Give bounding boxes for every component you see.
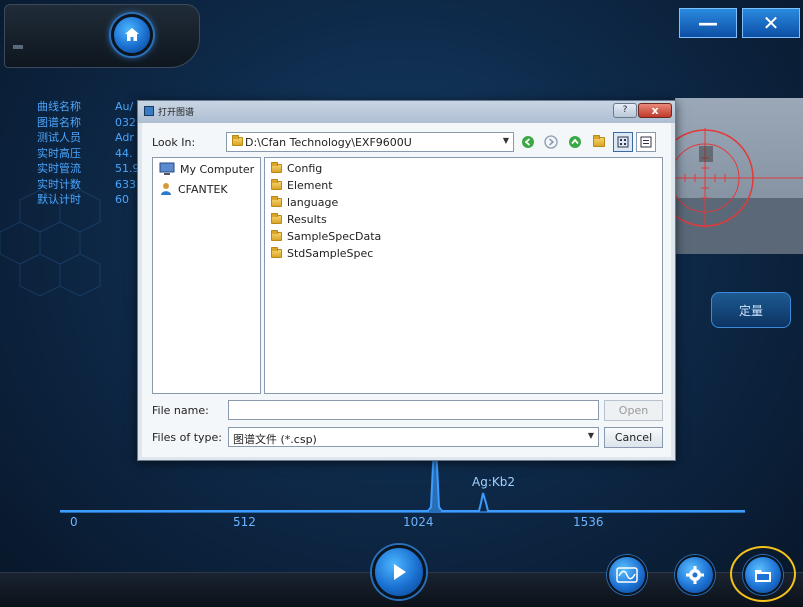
quantify-button[interactable]: 定量 bbox=[711, 292, 791, 328]
file-list: Config Element language Results SampleSp… bbox=[264, 157, 663, 394]
info-label-timer: 默认计时 bbox=[37, 193, 81, 206]
play-icon bbox=[394, 564, 406, 580]
dialog-title: 打开图谱 bbox=[158, 108, 195, 118]
folder-icon bbox=[271, 196, 282, 207]
axis-tick-1536: 1536 bbox=[573, 515, 604, 529]
gear-icon bbox=[686, 566, 704, 584]
file-name: language bbox=[287, 196, 339, 209]
list-view-icon bbox=[617, 136, 629, 148]
info-labels: 曲线名称 图谱名称 测试人员 实时高压 实时管流 实时计数 默认计时 bbox=[37, 99, 81, 208]
folder-icon bbox=[271, 179, 282, 190]
axis-tick-1024: 1024 bbox=[403, 515, 434, 529]
info-label-current: 实时管流 bbox=[37, 162, 81, 175]
axis-tick-512: 512 bbox=[233, 515, 256, 529]
camera-preview bbox=[675, 98, 803, 254]
new-folder-icon bbox=[593, 135, 605, 147]
forward-arrow-icon bbox=[544, 135, 558, 149]
file-name: StdSampleSpec bbox=[287, 247, 374, 260]
info-value-curve-name: Au/ bbox=[115, 100, 134, 113]
settings-button[interactable] bbox=[675, 555, 715, 595]
folder-icon bbox=[271, 213, 282, 224]
minimize-icon: — bbox=[698, 11, 718, 35]
play-button[interactable] bbox=[372, 545, 426, 599]
hex-pattern bbox=[0, 190, 101, 297]
up-arrow-icon bbox=[569, 136, 581, 148]
list-item[interactable]: SampleSpecData bbox=[271, 228, 381, 245]
close-button[interactable]: ✕ bbox=[742, 8, 800, 38]
app-icon bbox=[144, 106, 154, 116]
files-of-type-select[interactable]: 图谱文件 (*.csp) ▼ bbox=[228, 427, 599, 447]
list-item[interactable]: Results bbox=[271, 211, 327, 228]
place-label: My Computer bbox=[180, 162, 255, 176]
close-icon: ✕ bbox=[762, 11, 780, 35]
info-values: Au/ 032 Adr 44. 51.9 633 60 bbox=[115, 99, 140, 208]
computer-icon bbox=[159, 162, 175, 175]
info-label-curve-name: 曲线名称 bbox=[37, 100, 81, 113]
folder-icon bbox=[271, 162, 282, 173]
cancel-button[interactable]: Cancel bbox=[604, 427, 663, 448]
axis-tick-0: 0 bbox=[70, 515, 78, 529]
open-spectrum-dialog: 打开图谱 ? x Look In: D:\Cfan Technology\EXF… bbox=[137, 100, 676, 461]
look-in-label: Look In: bbox=[152, 136, 196, 149]
folder-icon bbox=[271, 247, 282, 258]
list-item[interactable]: StdSampleSpec bbox=[271, 245, 373, 262]
forward-button[interactable] bbox=[543, 134, 559, 150]
place-my-computer[interactable]: My Computer bbox=[159, 162, 254, 176]
dialog-titlebar[interactable]: 打开图谱 ? x bbox=[138, 101, 675, 123]
info-label-spectrum-name: 图谱名称 bbox=[37, 115, 81, 129]
list-item[interactable]: Element bbox=[271, 177, 333, 194]
file-name: Results bbox=[287, 213, 327, 226]
files-of-type-label: Files of type: bbox=[152, 431, 223, 444]
list-item[interactable]: Config bbox=[271, 160, 322, 177]
file-name: Config bbox=[287, 162, 323, 175]
folder-icon bbox=[271, 230, 282, 241]
file-name-label: File name: bbox=[152, 404, 209, 417]
place-cfantek[interactable]: CFANTEK bbox=[159, 182, 228, 196]
info-value-spectrum-name: 032 bbox=[115, 115, 136, 129]
info-value-current: 51.9 bbox=[115, 162, 140, 175]
info-value-timer: 60 bbox=[115, 193, 129, 206]
home-button[interactable] bbox=[111, 14, 153, 56]
info-value-count: 633 bbox=[115, 177, 136, 191]
place-label: CFANTEK bbox=[178, 182, 228, 196]
new-folder-button[interactable] bbox=[591, 134, 607, 150]
open-file-button[interactable] bbox=[743, 555, 783, 595]
list-item[interactable]: language bbox=[271, 194, 338, 211]
chevron-down-icon: ▼ bbox=[587, 431, 594, 440]
help-button[interactable]: ? bbox=[613, 103, 637, 118]
detail-view-icon bbox=[640, 136, 652, 148]
parent-dir-button[interactable] bbox=[567, 134, 583, 150]
file-name: Element bbox=[287, 179, 333, 192]
info-label-count: 实时计数 bbox=[37, 177, 81, 191]
dialog-close-button[interactable]: x bbox=[638, 103, 672, 118]
info-value-tester: Adr bbox=[115, 131, 134, 144]
chevron-down-icon: ▼ bbox=[502, 136, 509, 145]
folder-icon bbox=[755, 570, 771, 582]
info-value-voltage: 44. bbox=[115, 146, 133, 160]
look-in-path: D:\Cfan Technology\EXF9600U bbox=[245, 136, 412, 149]
look-in-combo[interactable]: D:\Cfan Technology\EXF9600U ▼ bbox=[226, 132, 514, 152]
user-icon bbox=[161, 183, 171, 195]
spectrum-view-button[interactable] bbox=[607, 555, 647, 595]
folder-icon bbox=[232, 135, 243, 146]
open-button[interactable]: Open bbox=[604, 400, 663, 421]
back-button[interactable] bbox=[520, 134, 536, 150]
file-name-input[interactable] bbox=[228, 400, 599, 420]
waveform-icon bbox=[616, 567, 638, 583]
home-icon bbox=[125, 28, 139, 41]
top-left-plate bbox=[4, 4, 200, 68]
minimize-button[interactable]: — bbox=[679, 8, 737, 38]
file-name: SampleSpecData bbox=[287, 230, 382, 243]
list-view-button[interactable] bbox=[613, 132, 633, 152]
info-label-voltage: 实时高压 bbox=[37, 146, 81, 160]
quantify-label: 定量 bbox=[738, 303, 763, 318]
places-sidebar: My Computer CFANTEK bbox=[152, 157, 261, 394]
dialog-body: Look In: D:\Cfan Technology\EXF9600U ▼ M… bbox=[142, 123, 671, 457]
spectrum-plot bbox=[60, 455, 745, 513]
back-arrow-icon bbox=[522, 136, 534, 148]
detail-view-button[interactable] bbox=[636, 132, 656, 152]
files-of-type-value: 图谱文件 (*.csp) bbox=[233, 433, 317, 446]
info-label-tester: 测试人员 bbox=[37, 131, 81, 144]
peak-label: Ag:Kb2 bbox=[472, 475, 515, 489]
